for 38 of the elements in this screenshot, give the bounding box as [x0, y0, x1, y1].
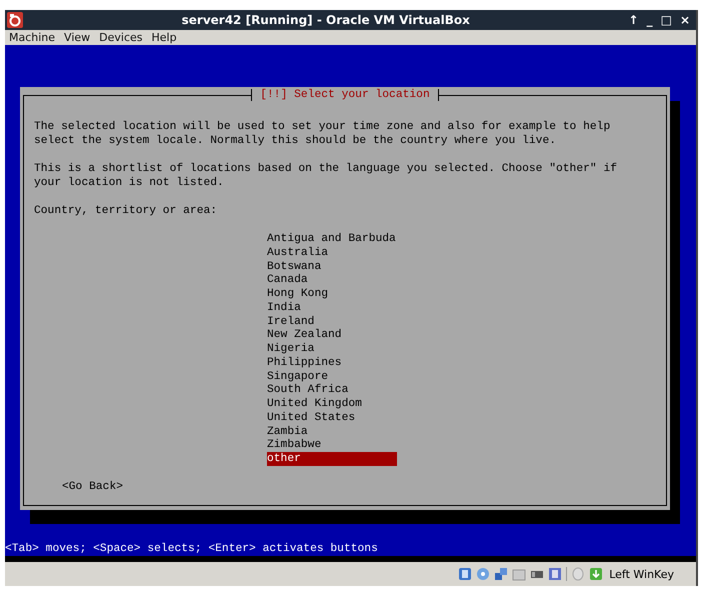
location-option[interactable]: New Zealand: [267, 328, 397, 342]
keyboard-capture-icon: [589, 567, 604, 581]
location-option[interactable]: United Kingdom: [267, 397, 397, 411]
location-option[interactable]: Antigua and Barbuda: [267, 232, 397, 246]
description-text: This is a shortlist of locations based on the language you selected. Choose "other" if your location is not listed.: [34, 162, 618, 190]
prompt-label: Country, territory or area:: [34, 204, 218, 218]
location-option[interactable]: United States: [267, 410, 397, 424]
window-control[interactable]: ×: [680, 13, 690, 27]
app-icon: [7, 12, 23, 28]
location-option[interactable]: Singapore: [267, 370, 397, 384]
location-option[interactable]: Australia: [267, 246, 397, 260]
window-control[interactable]: _: [646, 13, 653, 27]
menu-item[interactable]: Help: [152, 31, 177, 44]
help-line: <Tab> moves; <Space> selects; <Enter> activates buttons: [5, 543, 379, 556]
location-option[interactable]: South Africa: [267, 383, 397, 397]
location-option[interactable]: India: [267, 300, 397, 314]
location-option[interactable]: Hong Kong: [267, 287, 397, 301]
dialog-title: [!!] Select your location: [251, 89, 439, 101]
window-title: server42 [Running] - Oracle VM VirtualBox: [180, 13, 471, 27]
location-option[interactable]: Zimbabwe: [267, 438, 397, 452]
menu-item[interactable]: Machine: [9, 31, 56, 44]
location-option[interactable]: Zambia: [267, 424, 397, 438]
location-option[interactable]: Philippines: [267, 356, 397, 370]
window-control[interactable]: □: [660, 13, 672, 27]
window-control[interactable]: ↑: [628, 13, 639, 27]
menu-item[interactable]: View: [64, 31, 90, 44]
location-option[interactable]: other: [267, 452, 397, 466]
description-text: The selected location will be used to set your time zone and also for example to help select the system locale. Normally this should be the country where you live.: [34, 120, 612, 148]
host-key-label: Left WinKey: [609, 568, 674, 580]
mouse-icon: [571, 567, 586, 581]
menu-item[interactable]: Devices: [99, 31, 143, 44]
disc-icon: [476, 567, 490, 581]
location-option[interactable]: Nigeria: [267, 342, 397, 356]
location-option[interactable]: Canada: [267, 273, 397, 287]
location-option[interactable]: Botswana: [267, 260, 397, 274]
network-icon: [494, 567, 508, 581]
location-option[interactable]: Ireland: [267, 314, 397, 328]
go-back-button[interactable]: <Go Back>: [62, 480, 124, 494]
